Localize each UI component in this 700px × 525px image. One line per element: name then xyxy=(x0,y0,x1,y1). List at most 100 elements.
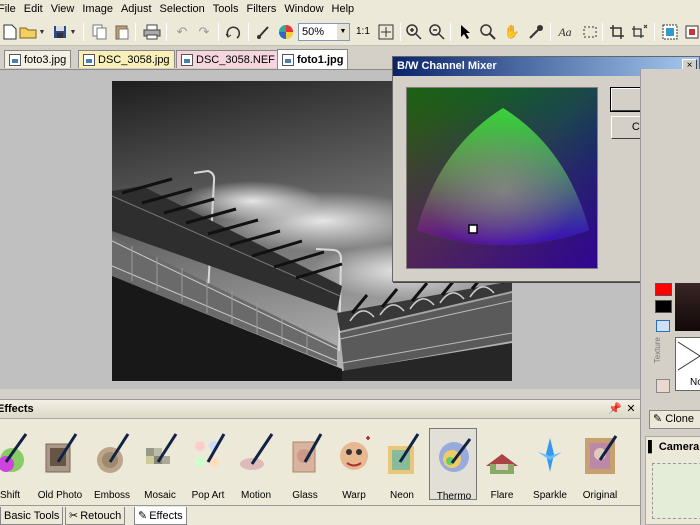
menu-help[interactable]: Help xyxy=(332,3,363,15)
crop-icon[interactable] xyxy=(607,22,627,42)
chevron-icon: ▌ xyxy=(648,441,656,453)
open-folder-icon[interactable] xyxy=(18,22,38,42)
toolbar-separator xyxy=(135,23,136,41)
more-tools-icon[interactable] xyxy=(682,22,700,42)
menu-image[interactable]: Image xyxy=(82,3,121,15)
magnifier-tool-icon[interactable] xyxy=(478,22,498,42)
effect-label: Original xyxy=(582,490,618,501)
redo-icon[interactable]: ↷ xyxy=(194,22,214,42)
menu-tools[interactable]: Tools xyxy=(213,3,247,15)
texture-eyedropper-icon[interactable] xyxy=(656,379,670,393)
right-panel: Texture No ✎ Clone ▌ Camera xyxy=(640,69,700,525)
copy-icon[interactable] xyxy=(90,22,110,42)
doc-tab-foto3[interactable]: foto3.jpg xyxy=(4,50,72,68)
toolbar-separator xyxy=(83,23,84,41)
document-tabs: foto3.jpg DSC_3058.jpg DSC_3058.NEF foto… xyxy=(0,47,392,69)
menu-edit[interactable]: Edit xyxy=(24,3,51,15)
texture-none-label: No xyxy=(690,377,700,388)
save-dropdown-icon[interactable]: ▼ xyxy=(68,22,78,42)
doc-tab-dsc3058-jpg[interactable]: DSC_3058.jpg xyxy=(78,50,175,68)
swap-colors-icon[interactable] xyxy=(656,320,670,332)
image-file-icon xyxy=(9,53,21,66)
tab-label: Effects xyxy=(149,509,183,522)
doc-tab-label: DSC_3058.NEF xyxy=(196,53,275,66)
menu-file[interactable]: File xyxy=(0,3,24,15)
tab-label: Retouch xyxy=(80,509,122,522)
menu-filters[interactable]: Filters xyxy=(246,3,284,15)
effects-list: Shift Old Photo Emboss Mosaic Pop Art Mo… xyxy=(0,422,640,504)
toolbar-separator xyxy=(400,23,401,41)
new-file-icon[interactable] xyxy=(0,22,20,42)
doc-tab-label: foto1.jpg xyxy=(297,53,344,66)
effects-title: Effects xyxy=(0,403,34,415)
marquee-select-icon[interactable] xyxy=(580,22,600,42)
image-file-icon xyxy=(282,53,294,66)
bottom-tabs: Basic Tools ✂ Retouch ✎ Effects xyxy=(0,505,640,525)
hand-tool-icon[interactable]: ✋ xyxy=(502,22,522,42)
camera-info-box xyxy=(652,463,700,519)
camera-panel-title: ▌ Camera xyxy=(648,441,699,453)
undo-icon[interactable]: ↶ xyxy=(172,22,192,42)
tab-basic-tools[interactable]: Basic Tools xyxy=(0,507,64,525)
image-file-icon xyxy=(83,53,95,66)
paste-icon[interactable] xyxy=(112,22,132,42)
effect-neon[interactable]: Neon xyxy=(378,428,426,501)
eyedropper-icon[interactable] xyxy=(526,22,546,42)
save-icon[interactable] xyxy=(50,22,70,42)
camera-label: Camera xyxy=(658,441,700,453)
doc-tab-label: DSC_3058.jpg xyxy=(98,53,170,66)
rotate-icon[interactable] xyxy=(224,22,244,42)
zoom-out-icon[interactable] xyxy=(427,22,447,42)
effect-old-photo[interactable]: Old Photo xyxy=(36,428,84,501)
open-dropdown-icon[interactable]: ▼ xyxy=(37,22,47,42)
brush-icon[interactable] xyxy=(254,22,274,42)
toolbar-separator xyxy=(550,23,551,41)
color-wheel-icon[interactable] xyxy=(276,22,296,42)
clone-tool-button[interactable]: ✎ Clone xyxy=(649,410,700,429)
menu-bar: File Edit View Image Adjust Selection To… xyxy=(0,0,700,18)
pointer-tool-icon[interactable] xyxy=(456,22,476,42)
background-color-swatch[interactable] xyxy=(655,300,672,313)
toolbar-separator xyxy=(248,23,249,41)
text-tool-icon[interactable]: Aa xyxy=(555,22,575,42)
pin-icon[interactable]: 📌 xyxy=(608,402,622,416)
clone-icon: ✎ xyxy=(653,413,663,425)
menu-view[interactable]: View xyxy=(51,3,83,15)
zoom-value: 50% xyxy=(302,26,325,38)
menu-selection[interactable]: Selection xyxy=(160,3,213,15)
chevron-down-icon[interactable]: ▼ xyxy=(337,24,349,40)
doc-tab-dsc3058-nef[interactable]: DSC_3058.NEF xyxy=(176,50,280,68)
dialog-title: B/W Channel Mixer xyxy=(397,60,497,72)
effect-sparkle[interactable]: Sparkle xyxy=(526,428,574,501)
print-icon[interactable] xyxy=(142,22,162,42)
toolbar-separator xyxy=(654,23,655,41)
toolbar-separator xyxy=(450,23,451,41)
foreground-color-swatch[interactable] xyxy=(655,283,672,296)
tab-effects[interactable]: ✎ Effects xyxy=(134,507,187,525)
toolbar-separator xyxy=(602,23,603,41)
texture-label: Texture xyxy=(653,337,662,364)
zoom-in-icon[interactable] xyxy=(404,22,424,42)
fit-window-icon[interactable] xyxy=(376,22,396,42)
effects-panel: Effects 📌 ✕ Shift Old Photo Emboss Mosai… xyxy=(0,399,640,505)
color-preview xyxy=(675,283,700,331)
retouch-icon: ✂ xyxy=(69,510,79,522)
effect-original[interactable]: Original xyxy=(576,428,624,501)
actual-size-button[interactable]: 1:1 xyxy=(356,26,370,37)
image-file-icon xyxy=(181,53,193,66)
clone-label: Clone xyxy=(665,413,695,425)
toolbar-separator xyxy=(218,23,219,41)
effects-header: Effects 📌 ✕ xyxy=(0,400,640,419)
doc-tab-foto1[interactable]: foto1.jpg xyxy=(277,49,349,69)
resize-icon[interactable] xyxy=(630,22,650,42)
texture-swatch[interactable]: No xyxy=(675,337,700,391)
doc-tab-label: foto3.jpg xyxy=(24,53,67,66)
fullscreen-icon[interactable] xyxy=(660,22,680,42)
menu-window[interactable]: Window xyxy=(284,3,331,15)
menu-adjust[interactable]: Adjust xyxy=(121,3,160,15)
tab-retouch[interactable]: ✂ Retouch xyxy=(65,507,126,525)
zoom-select[interactable]: 50% ▼ xyxy=(298,23,350,41)
channel-mixer-triangle[interactable] xyxy=(406,87,598,269)
tab-label: Basic Tools xyxy=(4,509,60,522)
close-icon[interactable]: ✕ xyxy=(624,402,638,416)
